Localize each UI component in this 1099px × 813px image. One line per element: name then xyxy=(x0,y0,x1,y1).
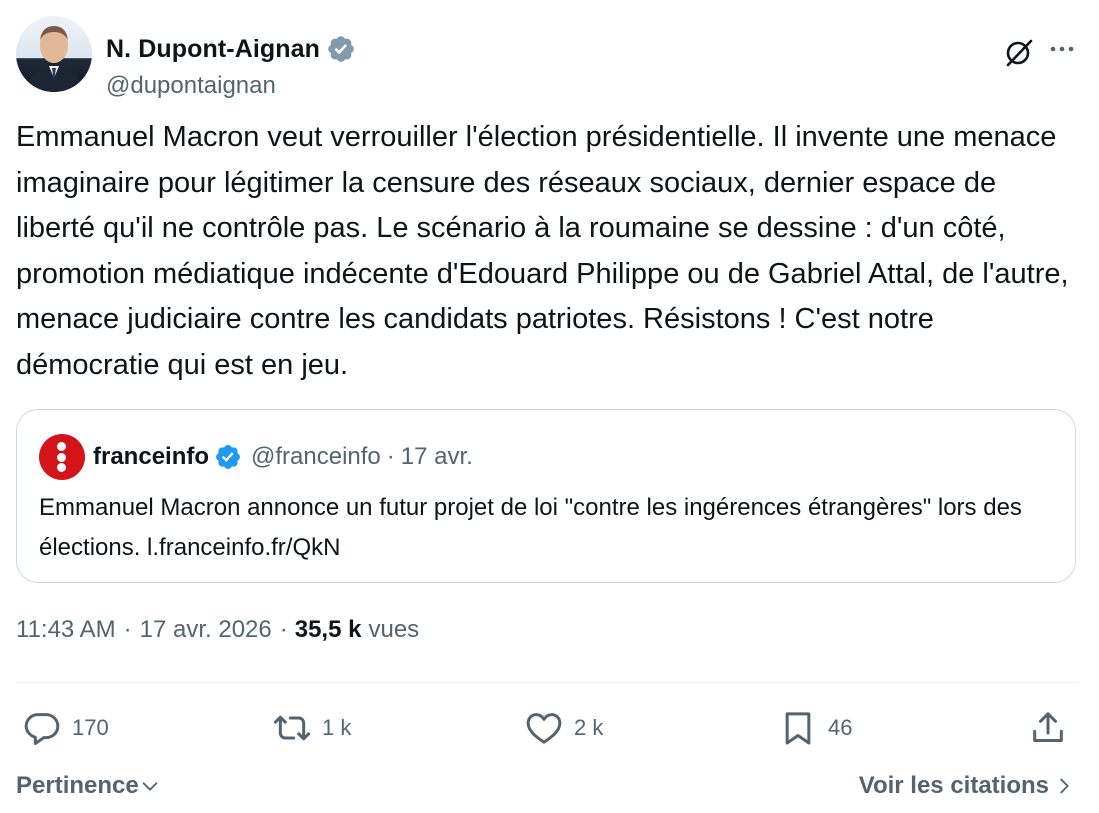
tweet-date[interactable]: 17 avr. 2026 xyxy=(140,616,272,644)
separator-dot: · xyxy=(386,443,395,470)
avatar-portrait xyxy=(26,26,82,92)
share-button[interactable] xyxy=(1028,708,1068,748)
bookmark-icon xyxy=(785,712,811,745)
tweet-time[interactable]: 11:43 AM xyxy=(16,616,116,644)
quoted-tweet-header: franceinfo @franceinfo · 17 avr. xyxy=(39,434,473,480)
separator-dot: · xyxy=(123,616,132,643)
tweet-header: N. Dupont-Aignan @dupontaignan xyxy=(16,16,1083,99)
verified-badge-icon[interactable] xyxy=(326,34,356,64)
bookmark-button[interactable]: 46 xyxy=(778,708,852,748)
chevron-down-icon xyxy=(142,782,158,791)
like-button[interactable]: 2 k xyxy=(524,708,603,748)
quoted-tweet-card[interactable]: franceinfo @franceinfo · 17 avr. Emmanue… xyxy=(16,409,1076,583)
franceinfo-avatar[interactable] xyxy=(39,434,85,480)
views-count[interactable]: 35,5 k xyxy=(295,616,362,644)
verified-badge-icon xyxy=(216,445,240,469)
divider xyxy=(16,682,1079,683)
view-quotes-link[interactable]: Voir les citations xyxy=(859,772,1075,800)
share-icon xyxy=(1033,712,1063,742)
sort-dropdown[interactable]: Pertinence xyxy=(16,772,161,800)
quoted-tweet-text: Emmanuel Macron annonce un futur projet … xyxy=(39,494,1022,561)
repost-button[interactable]: 1 k xyxy=(272,708,351,748)
quoted-author-handle: @franceinfo xyxy=(251,443,381,470)
grok-icon[interactable] xyxy=(1003,36,1035,68)
author-display-name[interactable]: N. Dupont-Aignan xyxy=(106,35,320,64)
tweet-actions-bar: 170 1 k 2 k 46 xyxy=(16,702,1076,756)
quoted-author-name[interactable]: franceinfo xyxy=(93,443,209,471)
more-icon[interactable] xyxy=(1047,34,1077,64)
author-handle[interactable]: @dupontaignan xyxy=(106,72,276,100)
reply-button[interactable]: 170 xyxy=(22,708,109,748)
quoted-tweet-date[interactable]: 17 avr. xyxy=(401,443,473,471)
reply-count: 170 xyxy=(72,715,109,740)
repost-icon xyxy=(273,715,311,741)
like-icon xyxy=(526,713,562,744)
reply-icon xyxy=(24,713,60,745)
chevron-right-icon xyxy=(1060,778,1069,794)
views-label: vues xyxy=(368,616,420,643)
view-quotes-label: Voir les citations xyxy=(858,772,1049,799)
separator-dot: · xyxy=(279,616,288,643)
bookmark-count: 46 xyxy=(828,715,853,740)
sort-label: Pertinence xyxy=(16,772,139,799)
like-count: 2 k xyxy=(574,715,604,740)
author-avatar[interactable] xyxy=(16,16,92,92)
tweet-text: Emmanuel Macron veut verrouiller l'élect… xyxy=(16,121,1077,381)
repost-count: 1 k xyxy=(322,715,352,740)
tweet-metadata: 11:43 AM · 17 avr. 2026 · 35,5 k vues xyxy=(16,616,419,644)
